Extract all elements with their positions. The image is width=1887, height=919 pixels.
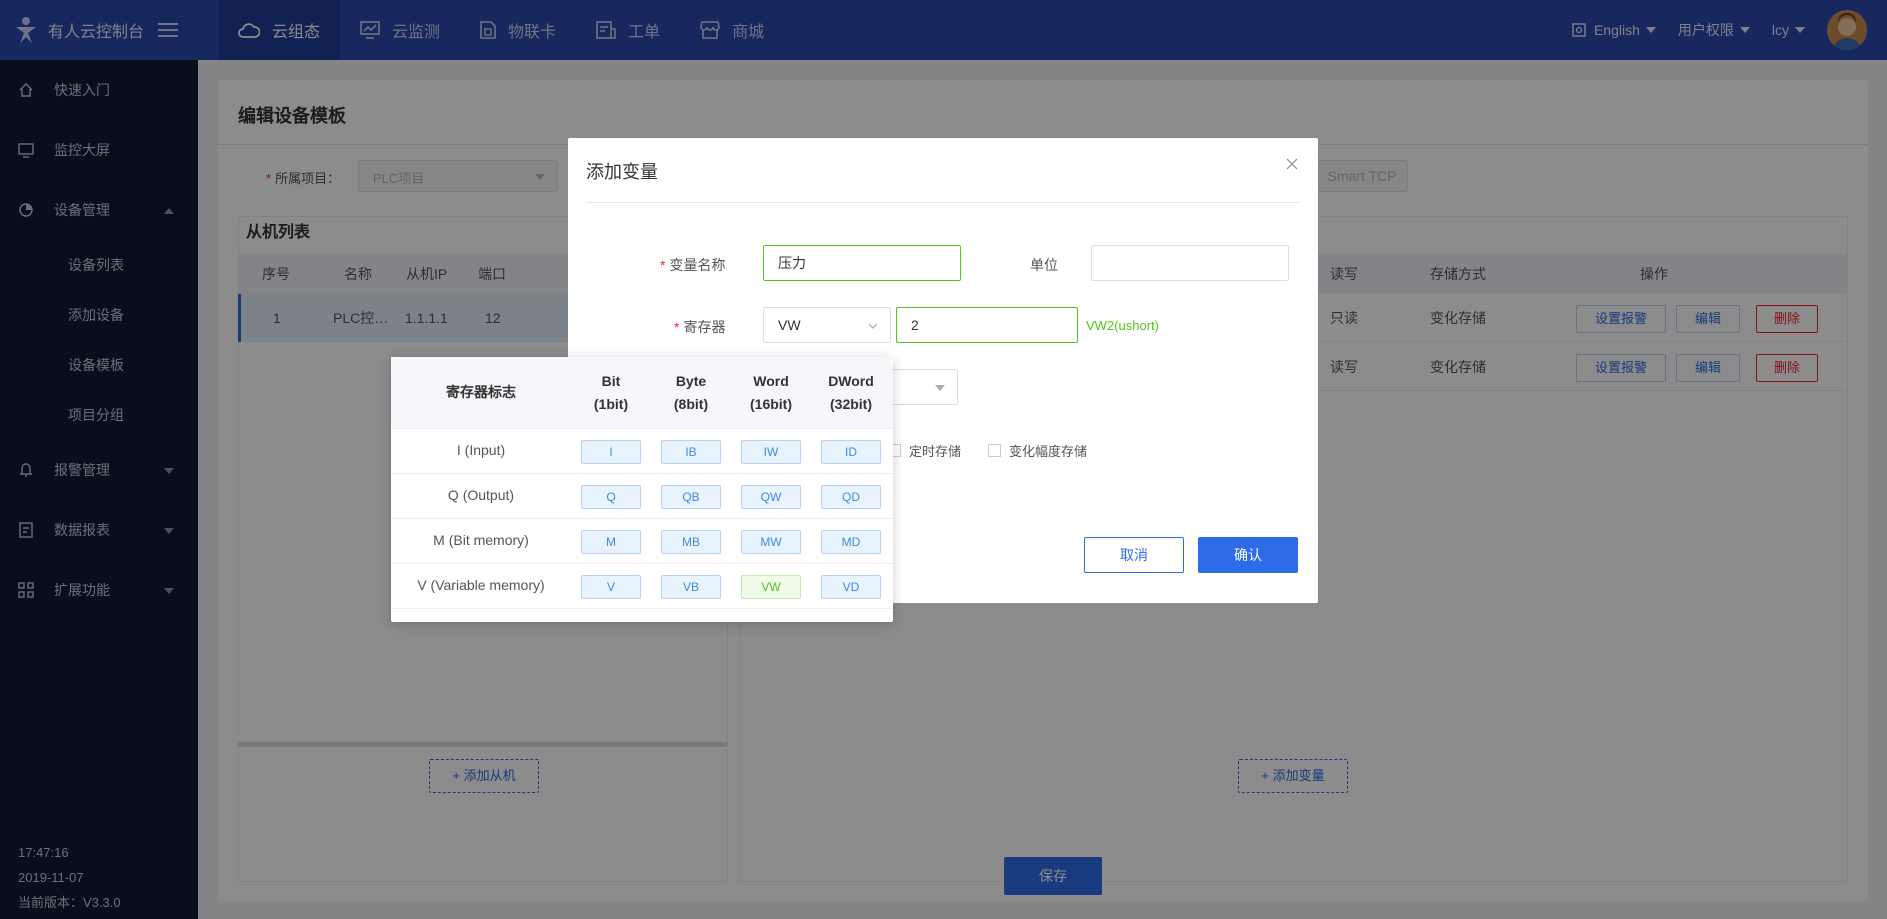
delta-storage-checkbox[interactable]: 变化幅度存储 [988, 441, 1087, 460]
close-icon[interactable] [1286, 158, 1298, 170]
register-tag[interactable]: ID [821, 440, 881, 464]
register-tag[interactable]: VB [661, 575, 721, 599]
timed-storage-checkbox[interactable]: 定时存储 [888, 441, 961, 460]
register-label-text: 寄存器 [683, 319, 726, 335]
register-address-input[interactable]: 2 [896, 307, 1078, 343]
register-tag-selected[interactable]: VW [741, 575, 801, 599]
register-tag[interactable]: Q [581, 485, 641, 509]
chevron-down-icon [935, 385, 945, 391]
unit-label: 单位 [1030, 257, 1058, 273]
register-row-label: Q (Output) [447, 487, 515, 503]
register-tag[interactable]: MD [821, 530, 881, 554]
register-tag[interactable]: QD [821, 485, 881, 509]
register-tag[interactable]: I [581, 440, 641, 464]
register-tag[interactable]: V [581, 575, 641, 599]
register-tag[interactable]: VD [821, 575, 881, 599]
register-row: M (Bit memory) M MB MW MD [391, 519, 893, 564]
chevron-down-icon [868, 323, 878, 329]
register-tag[interactable]: M [581, 530, 641, 554]
register-row-label: M (Bit memory) [433, 532, 529, 548]
divider [586, 202, 1300, 203]
register-tag[interactable]: MW [741, 530, 801, 554]
register-table-header: 寄存器标志 Bit (1bit) Byte (8bit) Word (16bit… [391, 357, 893, 429]
column-header: DWord (32bit) [828, 373, 874, 412]
checkbox-label: 变化幅度存储 [1009, 444, 1088, 459]
register-hint: VW2(ushort) [1086, 318, 1159, 333]
register-type-value: VW [778, 317, 801, 333]
register-tag[interactable]: QB [661, 485, 721, 509]
register-row: Q (Output) Q QB QW QD [391, 474, 893, 519]
column-header: Bit (1bit) [593, 373, 629, 412]
checkbox-box [988, 444, 1001, 457]
modal-title: 添加变量 [586, 162, 658, 182]
confirm-button[interactable]: 确认 [1198, 537, 1298, 573]
column-header: Word (16bit) [750, 373, 792, 412]
register-label: * 寄存器 [674, 319, 726, 335]
cancel-button[interactable]: 取消 [1084, 537, 1184, 573]
register-picker-popover: 寄存器标志 Bit (1bit) Byte (8bit) Word (16bit… [391, 357, 893, 622]
register-row: V (Variable memory) V VB VW VD [391, 564, 893, 609]
name-label: * 变量名称 [660, 257, 726, 273]
register-row-label: V (Variable memory) [417, 577, 545, 593]
register-tag[interactable]: QW [741, 485, 801, 509]
column-header: Byte (8bit) [673, 373, 709, 412]
register-tag[interactable]: IB [661, 440, 721, 464]
name-label-text: 变量名称 [669, 257, 726, 273]
column-header: 寄存器标志 [446, 384, 516, 400]
variable-name-input[interactable]: 压力 [763, 245, 961, 281]
register-type-select[interactable]: VW [763, 307, 891, 343]
register-row: I (Input) I IB IW ID [391, 429, 893, 474]
checkbox-label: 定时存储 [909, 444, 962, 459]
register-tag[interactable]: IW [741, 440, 801, 464]
unit-input[interactable] [1091, 245, 1289, 281]
register-tag[interactable]: MB [661, 530, 721, 554]
register-row-label: I (Input) [456, 442, 506, 458]
